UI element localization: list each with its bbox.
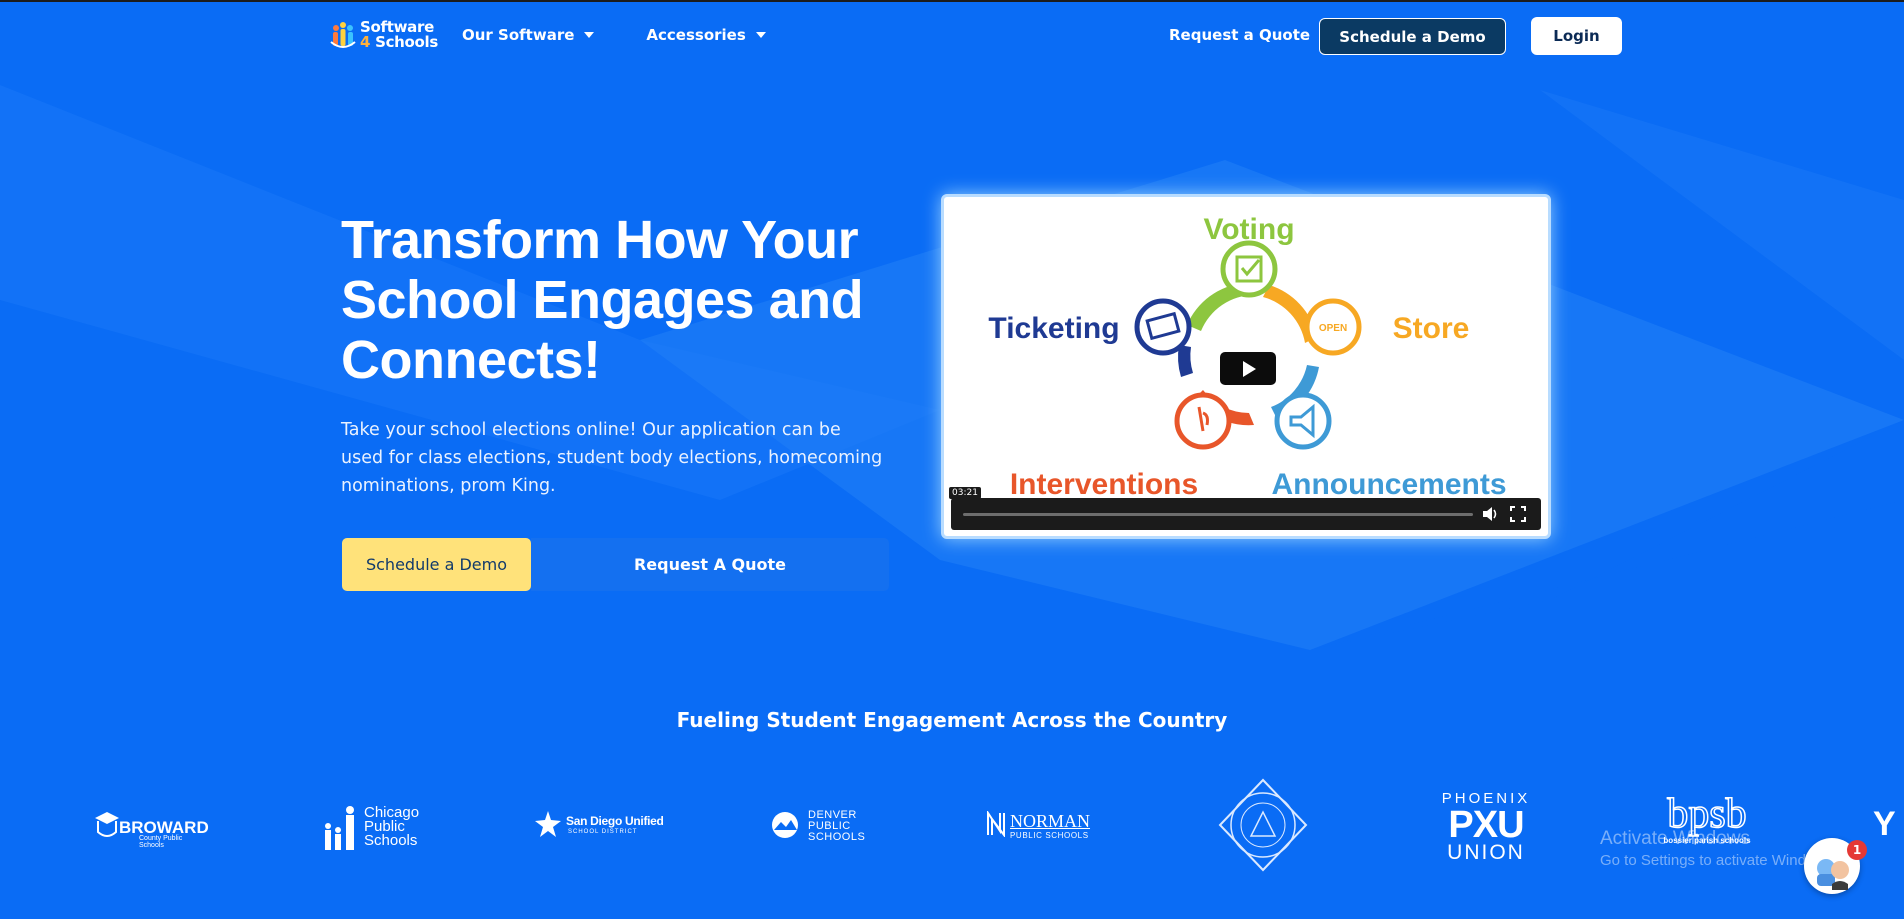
nav-accessories-label: Accessories [646, 26, 746, 44]
schedule-demo-button[interactable]: Schedule a Demo [342, 538, 531, 591]
login-button[interactable]: Login [1531, 17, 1622, 55]
chicago-logo: Chicago Public Schools [320, 804, 420, 854]
denver-text: DENVER PUBLIC SCHOOLS [808, 810, 865, 843]
ticketing-label: Ticketing [988, 312, 1119, 345]
star-burst-icon [535, 811, 561, 837]
school-district-seal [1218, 778, 1308, 872]
denver-l3: SCHOOLS [808, 831, 866, 843]
norman-logo: NORMAN PUBLIC SCHOOLS [986, 811, 1096, 841]
sandiego-sub: SCHOOL DISTRICT [568, 829, 638, 835]
phoenix-l3: UNION [1447, 841, 1525, 864]
people-logo-icon [330, 22, 356, 48]
volume-icon[interactable] [1481, 505, 1499, 523]
voting-label: Voting [1203, 213, 1294, 246]
fullscreen-icon[interactable] [1509, 505, 1527, 523]
hero-title: Transform How Your School Engages and Co… [341, 210, 864, 390]
play-icon [1243, 360, 1256, 377]
n-monogram-icon [987, 811, 1005, 837]
hero-description: Take your school elections online! Our a… [341, 420, 883, 496]
phoenix-l2: PXU [1448, 804, 1524, 846]
windows-activation-watermark: Activate Windows Go to Settings to activ… [1600, 828, 1837, 869]
nav-our-software-label: Our Software [462, 26, 575, 44]
norman-name: NORMAN [1010, 811, 1091, 831]
video-controls [951, 498, 1541, 530]
family-figures-icon [325, 806, 354, 850]
denver-logo: DENVER PUBLIC SCHOOLS [770, 810, 870, 844]
nav-accessories[interactable]: Accessories [646, 26, 766, 44]
chicago-l3: Schools [364, 832, 418, 849]
sandiego-name: San Diego Unified [566, 814, 664, 828]
chevron-down-icon [755, 32, 766, 38]
request-quote-button[interactable]: Request A Quote [531, 538, 889, 591]
video-progress-bar[interactable] [963, 513, 1473, 516]
chicago-text: Chicago Public Schools [364, 805, 419, 849]
request-quote-link[interactable]: Request a Quote [1169, 26, 1310, 44]
mountain-seal-icon [772, 812, 798, 838]
main-nav: Our Software Accessories [462, 26, 766, 44]
sandiego-logo: San Diego Unified SCHOOL DISTRICT [534, 810, 664, 840]
broward-sub: County Public Schools [139, 835, 183, 849]
video-player[interactable]: Voting Store Ticketing Interventions Ann… [941, 194, 1551, 539]
chevron-down-icon [584, 32, 595, 38]
store-label: Store [1393, 312, 1470, 345]
announcements-label: Announcements [1271, 468, 1506, 501]
brand-line2: 4 Schools [360, 35, 438, 50]
broward-logo: BROWARD County Public Schools [93, 810, 209, 849]
schedule-demo-header-button[interactable]: Schedule a Demo [1319, 18, 1506, 55]
brand-logo[interactable]: Software 4 Schools [330, 20, 438, 50]
graduation-cap-icon [95, 812, 119, 837]
interventions-label: Interventions [1010, 468, 1198, 501]
norman-sub: PUBLIC SCHOOLS [1010, 831, 1089, 840]
cycle-arrows [1134, 240, 1362, 450]
phoenix-logo: PHOENIX PXU UNION [1436, 790, 1536, 864]
site-header: Software 4 Schools Our Software Accessor… [0, 0, 1904, 72]
watermark-line1: Activate Windows [1600, 828, 1750, 849]
chat-notification-badge: 1 [1847, 840, 1867, 860]
cutoff-logo: Y [1873, 805, 1896, 843]
brand-name: Software 4 Schools [360, 20, 438, 50]
open-sign-label: OPEN [1319, 323, 1347, 334]
nav-our-software[interactable]: Our Software [462, 26, 595, 44]
partners-heading: Fueling Student Engagement Across the Co… [676, 708, 1228, 732]
brand-four: 4 [360, 33, 371, 51]
watermark-line2: Go to Settings to activate Windows. [1600, 852, 1837, 869]
brand-schools: Schools [375, 33, 439, 51]
play-button[interactable] [1220, 352, 1276, 385]
